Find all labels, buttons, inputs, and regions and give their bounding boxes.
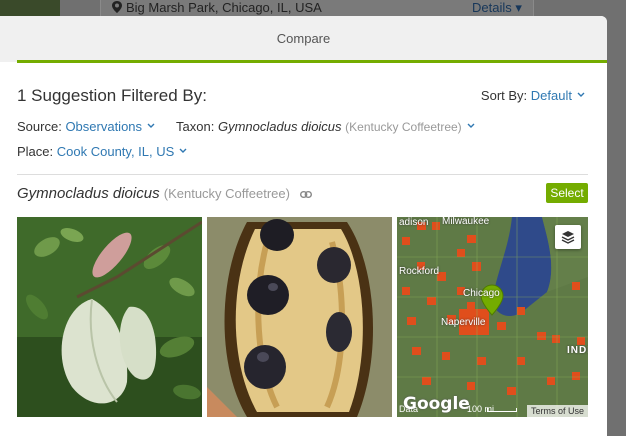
taxon-photo-2[interactable] [207,217,392,417]
details-label: Details [472,0,512,15]
chevron-down-icon [467,123,475,129]
modal-title: Compare [276,31,331,46]
taxon-label: Taxon: [176,119,215,134]
map-scale-bar [487,408,517,412]
modal-header: Compare [0,16,607,63]
background-place: Big Marsh Park, Chicago, IL, USA [112,0,322,16]
suggestion-summary: 1 Suggestion Filtered By: [17,86,207,105]
map-label-naperville: Naperville [441,317,486,328]
source-value: Observations [65,119,143,134]
map-label-milwaukee: Milwaukee [442,217,490,227]
map-layers-button[interactable] [555,225,581,249]
map-label-rockford: Rockford [399,266,440,277]
link-icon[interactable] [300,185,313,202]
result-scientific-name: Gymnocladus dioicus [17,185,160,202]
caret-down-icon: ▾ [515,0,522,15]
sort-control: Sort By: Default [481,88,585,103]
taxon-photo-1[interactable] [17,217,202,417]
layers-icon [561,231,575,244]
compare-modal: Compare 1 Suggestion Filtered By: Sort B… [0,16,607,436]
chevron-down-icon [577,92,585,98]
sort-dropdown[interactable]: Default [531,88,585,103]
map-label-chicago: Chicago [463,288,500,299]
select-button[interactable]: Select [546,183,588,203]
place-dropdown[interactable]: Cook County, IL, US [57,144,188,159]
chevron-down-icon [179,148,187,154]
sort-value: Default [530,88,572,103]
terms-of-use-link[interactable]: Terms of Use [526,405,588,417]
result-common-name: (Kentucky Coffeetree) [163,186,290,201]
map-label-indiana: INDIANA [567,345,588,356]
source-label: Source: [17,119,62,134]
taxon-dropdown[interactable]: Gymnocladus dioicus (Kentucky Coffeetree… [218,119,475,134]
sort-label: Sort By: [480,88,528,103]
map-pin-icon [112,1,122,13]
background-thumbnail [0,0,60,16]
map-label-adison: adison [399,217,429,228]
place-value: Cook County, IL, US [56,144,175,159]
place-label: Place: [17,144,54,159]
filter-row-1: Source: Observations Taxon: Gymnocladus … [17,118,475,143]
source-dropdown[interactable]: Observations [65,119,155,134]
result-title: Gymnocladus dioicus (Kentucky Coffeetree… [17,185,313,202]
observation-map[interactable]: adison Milwaukee Rockford Chicago Naperv… [397,217,588,417]
taxon-scientific: Gymnocladus dioicus [217,119,342,134]
details-dropdown[interactable]: Details ▾ [472,0,522,16]
taxon-common: (Kentucky Coffeetree) [345,120,462,134]
filter-row-2: Place: Cook County, IL, US [17,143,475,168]
chevron-down-icon [147,123,155,129]
google-logo: Google [403,394,470,414]
filters: Source: Observations Taxon: Gymnocladus … [17,118,475,168]
header-accent-rule [17,60,607,63]
open-pod-photo [207,217,392,417]
background-place-text: Big Marsh Park, Chicago, IL, USA [126,0,322,15]
seed-pods-photo [17,217,202,417]
divider [17,174,588,175]
